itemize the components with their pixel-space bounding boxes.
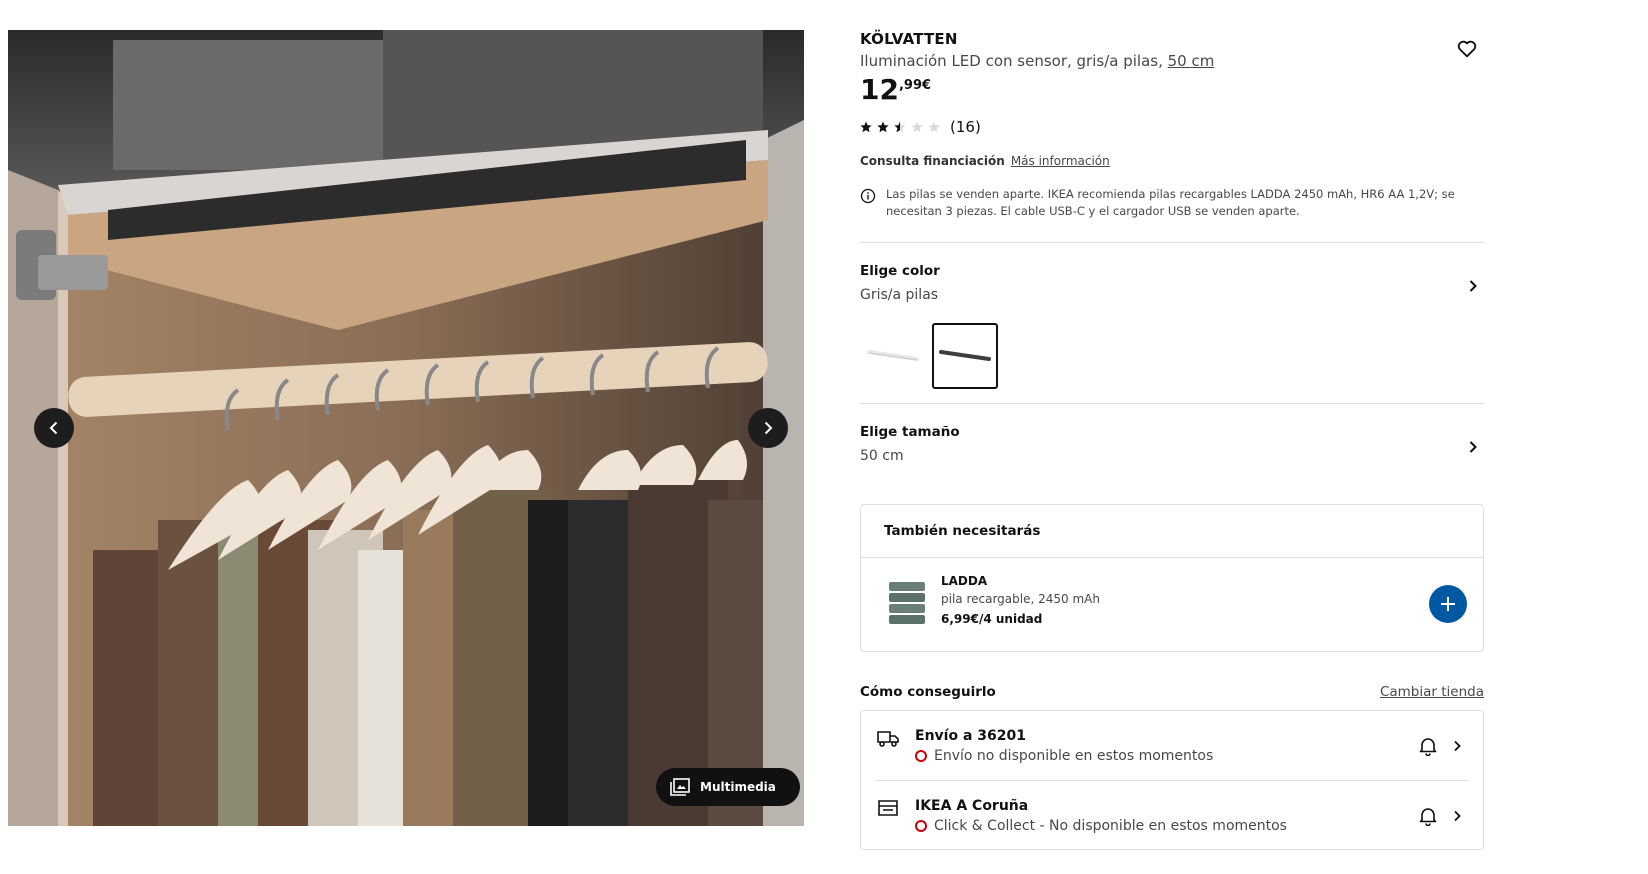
swatch-white[interactable] <box>860 323 926 389</box>
unavailable-status-icon <box>915 750 927 762</box>
multimedia-label: Multimedia <box>700 780 776 794</box>
favorite-heart-icon[interactable] <box>1456 38 1478 60</box>
delivery-option[interactable]: Envío a 36201 Envío no disponible en est… <box>877 711 1467 780</box>
financing-label: Consulta financiación <box>860 154 1005 168</box>
bell-icon[interactable] <box>1419 736 1437 756</box>
truck-icon <box>877 731 899 747</box>
star-icon <box>928 121 940 133</box>
star-icon <box>860 121 872 133</box>
store-option[interactable]: IKEA A Coruña Click & Collect - No dispo… <box>877 780 1467 849</box>
swatch-gray[interactable] <box>932 323 998 389</box>
star-icon <box>911 121 923 133</box>
also-need-item-desc: pila recargable, 2450 mAh <box>941 592 1100 606</box>
chevron-right-icon <box>1469 280 1477 292</box>
price-decimal: ,99€ <box>898 78 932 93</box>
product-rating[interactable]: (16) <box>860 118 1484 136</box>
battery-note: Las pilas se venden aparte. IKEA recomie… <box>860 186 1484 220</box>
color-selector[interactable]: Elige color Gris/a pilas <box>860 243 1484 403</box>
financing-more-info-link[interactable]: Más información <box>1011 154 1110 168</box>
how-to-get-header: Cómo conseguirlo Cambiar tienda <box>860 684 1484 700</box>
chevron-right-icon <box>764 421 773 435</box>
chevron-right-icon <box>1469 441 1477 453</box>
plus-icon <box>1441 597 1455 611</box>
white-led-bar-thumbnail <box>867 350 919 361</box>
also-need-title: También necesitarás <box>861 505 1483 558</box>
size-selector-value: 50 cm <box>860 448 904 464</box>
product-description: Iluminación LED con sensor, gris/a pilas… <box>860 52 1484 70</box>
battery-note-text: Las pilas se venden aparte. IKEA recomie… <box>886 187 1455 218</box>
store-icon <box>878 800 898 816</box>
color-selector-value: Gris/a pilas <box>860 287 939 303</box>
star-icon <box>877 121 889 133</box>
previous-image-button[interactable] <box>34 408 74 448</box>
media-gallery-icon <box>670 778 690 796</box>
gray-led-bar-thumbnail <box>939 350 991 361</box>
price-integer: 12 <box>860 73 899 106</box>
size-selector[interactable]: Elige tamaño 50 cm <box>860 404 1484 476</box>
store-title: IKEA A Coruña <box>915 798 1029 814</box>
delivery-status-text: Envío no disponible en estos momentos <box>934 748 1214 764</box>
color-swatches <box>860 323 1484 403</box>
next-image-button[interactable] <box>748 408 788 448</box>
product-description-text: Iluminación LED con sensor, gris/a pilas… <box>860 52 1168 70</box>
product-info-panel: KÖLVATTEN Iluminación LED con sensor, gr… <box>860 30 1484 850</box>
financing-row: Consulta financiación Más información <box>860 154 1484 168</box>
chevron-left-icon <box>49 421 58 435</box>
delivery-title: Envío a 36201 <box>915 728 1026 744</box>
change-store-link[interactable]: Cambiar tienda <box>1380 684 1484 700</box>
info-icon <box>860 188 876 204</box>
product-photo <box>8 30 804 826</box>
star-icon <box>894 121 906 133</box>
also-need-item[interactable]: LADDA pila recargable, 2450 mAh 6,99€/4 … <box>861 558 1483 651</box>
rating-count: (16) <box>950 118 981 136</box>
also-need-card: También necesitarás LADDA pila recargabl… <box>860 504 1484 652</box>
product-image-gallery[interactable]: Multimedia <box>8 30 804 826</box>
delivery-options: Envío a 36201 Envío no disponible en est… <box>860 710 1484 850</box>
unavailable-status-icon <box>915 820 927 832</box>
store-status-text: Click & Collect - No disponible en estos… <box>934 818 1287 834</box>
color-selector-title: Elige color <box>860 263 940 279</box>
chevron-right-icon <box>1454 740 1461 752</box>
battery-pack-thumbnail <box>889 582 925 624</box>
chevron-right-icon <box>1454 810 1461 822</box>
product-price: 12 ,99€ <box>860 76 1484 104</box>
also-need-item-price: 6,99€/4 unidad <box>941 612 1043 626</box>
multimedia-button[interactable]: Multimedia <box>656 768 800 806</box>
delivery-status: Envío no disponible en estos momentos <box>915 748 1467 764</box>
also-need-item-name: LADDA <box>941 574 988 588</box>
product-size-link[interactable]: 50 cm <box>1168 52 1215 70</box>
bell-icon[interactable] <box>1419 806 1437 826</box>
how-to-get-title: Cómo conseguirlo <box>860 684 996 700</box>
store-status: Click & Collect - No disponible en estos… <box>915 818 1467 834</box>
size-selector-title: Elige tamaño <box>860 424 960 440</box>
product-name: KÖLVATTEN <box>860 30 958 48</box>
rating-stars <box>860 121 940 133</box>
add-to-cart-button[interactable] <box>1429 585 1467 623</box>
